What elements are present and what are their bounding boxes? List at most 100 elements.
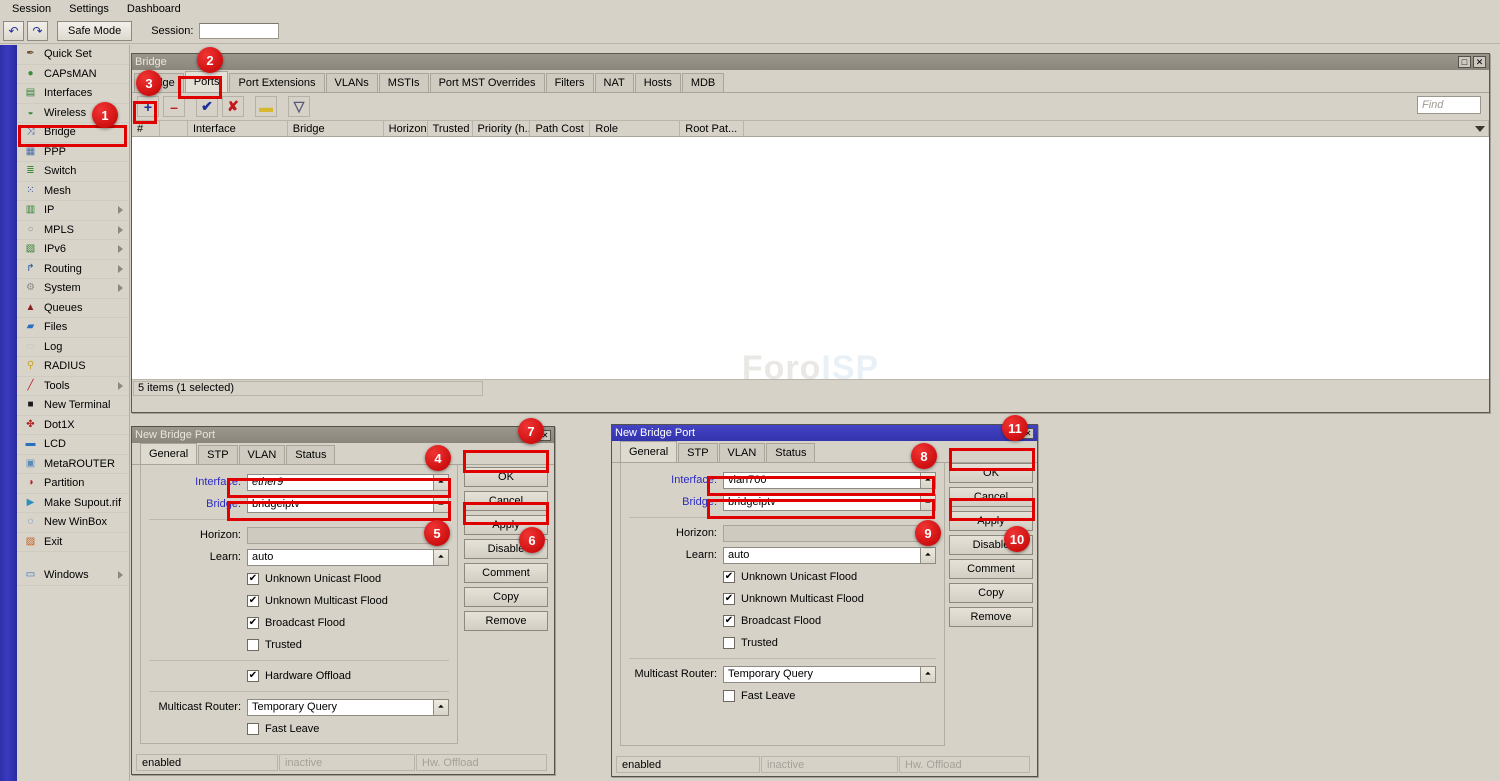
sidebar-item-quick-set[interactable]: ✒Quick Set [17, 45, 129, 65]
left-comment-button[interactable]: Comment [464, 563, 548, 583]
sidebar-item-capsman[interactable]: ●CAPsMAN [17, 65, 129, 85]
right-tab-status[interactable]: Status [766, 443, 815, 462]
tab-filters[interactable]: Filters [546, 73, 594, 92]
tab-ports[interactable]: Ports [185, 71, 229, 92]
tab-mdb[interactable]: MDB [682, 73, 724, 92]
right-multicast-router-dropdown-icon[interactable]: ⏶ [920, 666, 936, 683]
right-checkbox-unknown-unicast-flood[interactable]: ✔ [723, 571, 735, 583]
right-bridge-input[interactable]: bridgeiptv [723, 494, 920, 511]
column-header-horizon-4[interactable]: Horizon [384, 121, 428, 136]
right-dialog-titlebar[interactable]: New Bridge Port ✕ [612, 425, 1037, 441]
left-tab-status[interactable]: Status [286, 445, 335, 464]
right-learn-input[interactable]: auto [723, 547, 920, 564]
sidebar-item-lcd[interactable]: ▬LCD [17, 435, 129, 455]
sidebar-item-log[interactable]: ▭Log [17, 338, 129, 358]
column-header-trusted-5[interactable]: Trusted [428, 121, 473, 136]
column-header-blank-10[interactable] [744, 121, 1489, 136]
tab-mstis[interactable]: MSTIs [379, 73, 429, 92]
column-header-blank-0[interactable]: # [132, 121, 160, 136]
bridge-window-titlebar[interactable]: Bridge □ ✕ [132, 54, 1489, 70]
right-checkbox-unknown-multicast-flood[interactable]: ✔ [723, 593, 735, 605]
tab-hosts[interactable]: Hosts [635, 73, 681, 92]
left-dialog-titlebar[interactable]: New Bridge Port ✕ [132, 427, 554, 443]
add-button[interactable]: + [137, 96, 159, 117]
left-copy-button[interactable]: Copy [464, 587, 548, 607]
left-learn-dropdown-icon[interactable]: ⏶ [433, 549, 449, 566]
left-checkbox-unknown-unicast-flood[interactable]: ✔ [247, 573, 259, 585]
sidebar-item-tools[interactable]: ╱Tools [17, 377, 129, 397]
left-checkbox-broadcast-flood[interactable]: ✔ [247, 617, 259, 629]
right-interface-input[interactable]: vlan700 [723, 472, 920, 489]
find-input[interactable]: Find [1417, 96, 1481, 114]
menu-item-settings[interactable]: Settings [61, 1, 117, 17]
sidebar-item-mesh[interactable]: ⁙Mesh [17, 182, 129, 202]
left-tab-general[interactable]: General [140, 443, 197, 464]
left-bridge-dropdown-icon[interactable]: ⏶ [433, 496, 449, 513]
left-learn-input[interactable]: auto [247, 549, 433, 566]
session-input[interactable] [199, 23, 279, 39]
right-ok-button[interactable]: OK [949, 463, 1033, 483]
sidebar-item-routing[interactable]: ↱Routing [17, 260, 129, 280]
left-tab-stp[interactable]: STP [198, 445, 237, 464]
filter-button[interactable]: ▽ [288, 96, 310, 117]
sidebar-item-dot1x[interactable]: ✤Dot1X [17, 416, 129, 436]
sidebar-item-mpls[interactable]: ○MPLS [17, 221, 129, 241]
column-header-priority-h-6[interactable]: Priority (h... [473, 121, 531, 136]
sidebar-item-windows[interactable]: ▭Windows [17, 566, 129, 586]
column-header-bridge-3[interactable]: Bridge [288, 121, 384, 136]
tab-nat[interactable]: NAT [595, 73, 634, 92]
tab-vlans[interactable]: VLANs [326, 73, 378, 92]
remove-button[interactable]: – [163, 96, 185, 117]
right-tab-stp[interactable]: STP [678, 443, 717, 462]
bridge-ports-grid[interactable]: ForoISP [132, 137, 1489, 379]
sidebar-item-ipv6[interactable]: ▧IPv6 [17, 240, 129, 260]
sidebar-item-queues[interactable]: ▲Queues [17, 299, 129, 319]
right-checkbox-fast-leave[interactable] [723, 690, 735, 702]
left-checkbox-unknown-multicast-flood[interactable]: ✔ [247, 595, 259, 607]
column-header-role-8[interactable]: Role [590, 121, 680, 136]
sidebar-item-partition[interactable]: ◑Partition [17, 474, 129, 494]
right-checkbox-broadcast-flood[interactable]: ✔ [723, 615, 735, 627]
left-checkbox-trusted[interactable] [247, 639, 259, 651]
right-remove-button[interactable]: Remove [949, 607, 1033, 627]
sidebar-item-make-supout-rif[interactable]: ▶Make Supout.rif [17, 494, 129, 514]
left-interface-dropdown-icon[interactable]: ⏶ [433, 474, 449, 491]
right-interface-dropdown-icon[interactable]: ⏶ [920, 472, 936, 489]
sidebar-item-ip[interactable]: ▥IP [17, 201, 129, 221]
sidebar-item-ppp[interactable]: ▦PPP [17, 143, 129, 163]
tab-port-mst-overrides[interactable]: Port MST Overrides [430, 73, 545, 92]
menu-item-session[interactable]: Session [4, 1, 59, 17]
sidebar-item-system[interactable]: ⚙System [17, 279, 129, 299]
right-comment-button[interactable]: Comment [949, 559, 1033, 579]
right-tab-vlan[interactable]: VLAN [719, 443, 766, 462]
safe-mode-button[interactable]: Safe Mode [57, 21, 132, 41]
menu-item-dashboard[interactable]: Dashboard [119, 1, 189, 17]
maximize-icon[interactable]: □ [1458, 56, 1471, 68]
left-checkbox-fast-leave[interactable] [247, 723, 259, 735]
right-checkbox-trusted[interactable] [723, 637, 735, 649]
sidebar-item-metarouter[interactable]: ▣MetaROUTER [17, 455, 129, 475]
disable-button[interactable]: ✘ [222, 96, 244, 117]
column-header-blank-1[interactable] [160, 121, 188, 136]
right-multicast-router-input[interactable]: Temporary Query [723, 666, 920, 683]
column-header-interface-2[interactable]: Interface [188, 121, 288, 136]
left-checkbox-hardware-offload[interactable]: ✔ [247, 670, 259, 682]
right-cancel-button[interactable]: Cancel [949, 487, 1033, 507]
sidebar-item-exit[interactable]: ▨Exit [17, 533, 129, 553]
column-header-root-pat-9[interactable]: Root Pat... [680, 121, 744, 136]
left-horizon-input[interactable] [247, 527, 433, 544]
right-copy-button[interactable]: Copy [949, 583, 1033, 603]
redo-arrow-icon[interactable]: ↷ [27, 21, 48, 41]
sidebar-item-new-terminal[interactable]: ■New Terminal [17, 396, 129, 416]
sidebar-item-interfaces[interactable]: ▤Interfaces [17, 84, 129, 104]
close-icon[interactable]: ✕ [1473, 56, 1486, 68]
right-bridge-dropdown-icon[interactable]: ⏶ [920, 494, 936, 511]
comment-button[interactable]: ▬ [255, 96, 277, 117]
column-header-path-cost-7[interactable]: Path Cost [530, 121, 590, 136]
sidebar-item-files[interactable]: ▰Files [17, 318, 129, 338]
sidebar-item-radius[interactable]: ⚲RADIUS [17, 357, 129, 377]
left-interface-input[interactable]: ether9 [247, 474, 433, 491]
chevron-down-icon[interactable] [1475, 126, 1485, 132]
left-remove-button[interactable]: Remove [464, 611, 548, 631]
left-cancel-button[interactable]: Cancel [464, 491, 548, 511]
